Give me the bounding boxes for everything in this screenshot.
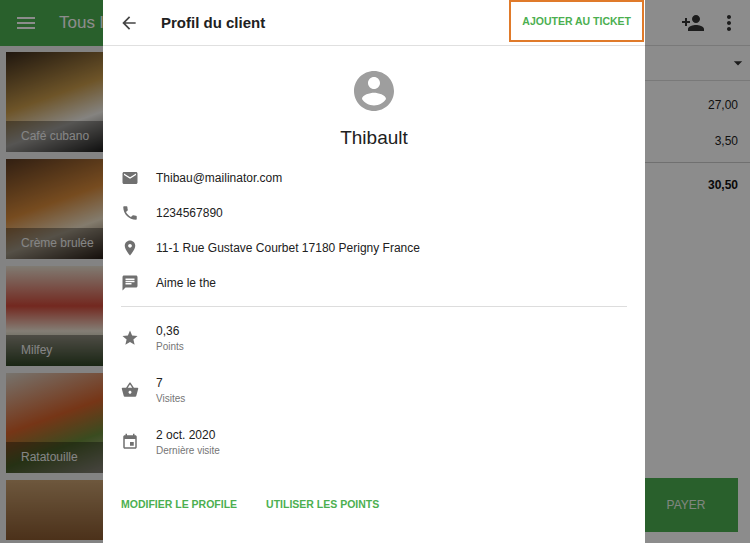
stat-value: 2 oct. 2020 xyxy=(156,428,220,442)
stats-list: 0,36 Points 7 Visites 2 oct. 2020 Dernière vi… xyxy=(103,312,645,468)
visits-icon xyxy=(121,381,139,399)
arrow-back-icon xyxy=(119,13,139,33)
contact-text: Aime le the xyxy=(156,276,216,290)
stat-row: 7 Visites xyxy=(103,364,645,416)
pos-screen: Tous leCafé cubanoCrème bruléeMilfeyRata… xyxy=(0,0,750,543)
contact-row: Thibau@mailinator.com xyxy=(103,160,645,195)
contact-row: 1234567890 xyxy=(103,195,645,230)
stat-row: 0,36 Points xyxy=(103,312,645,364)
contact-row: 11-1 Rue Gustave Courbet 17180 Perigny F… xyxy=(103,230,645,265)
stat-label: Visites xyxy=(156,393,185,404)
dialog-header: Profil du clientAJOUTER AU TICKET xyxy=(103,0,645,46)
email-icon xyxy=(121,169,139,187)
stat-label: Dernière visite xyxy=(156,445,220,456)
dialog-title: Profil du client xyxy=(155,0,509,45)
dialog-body: Thibault Thibau@mailinator.com 1234567890 1… xyxy=(103,46,645,468)
back-button[interactable] xyxy=(103,0,155,45)
contact-text: 11-1 Rue Gustave Courbet 17180 Perigny F… xyxy=(156,241,420,255)
stat-value: 0,36 xyxy=(156,324,184,338)
points-icon xyxy=(121,329,139,347)
phone-icon xyxy=(121,204,139,222)
footer-button[interactable]: MODIFIER LE PROFILE xyxy=(113,484,245,524)
stat-texts: 7 Visites xyxy=(156,376,185,404)
stat-label: Points xyxy=(156,341,184,352)
contact-row: Aime le the xyxy=(103,265,645,300)
dialog-footer: MODIFIER LE PROFILE UTILISER LES POINTS xyxy=(103,484,645,543)
address-icon xyxy=(121,239,139,257)
customer-name: Thibault xyxy=(340,126,408,150)
stat-row: 2 oct. 2020 Dernière visite xyxy=(103,416,645,468)
note-icon xyxy=(121,274,139,292)
divider xyxy=(121,306,627,307)
last-visit-icon xyxy=(121,433,139,451)
contact-list: Thibau@mailinator.com 1234567890 11-1 Rue … xyxy=(103,160,645,300)
customer-profile-dialog: Profil du clientAJOUTER AU TICKETThibaul… xyxy=(103,0,645,543)
stat-texts: 0,36 Points xyxy=(156,324,184,352)
add-to-ticket-button[interactable]: AJOUTER AU TICKET xyxy=(509,0,644,42)
stat-texts: 2 oct. 2020 Dernière visite xyxy=(156,428,220,456)
contact-text: Thibau@mailinator.com xyxy=(156,171,282,185)
contact-text: 1234567890 xyxy=(156,206,223,220)
avatar-icon xyxy=(350,67,398,115)
stat-value: 7 xyxy=(156,376,185,390)
footer-button[interactable]: UTILISER LES POINTS xyxy=(258,484,387,524)
